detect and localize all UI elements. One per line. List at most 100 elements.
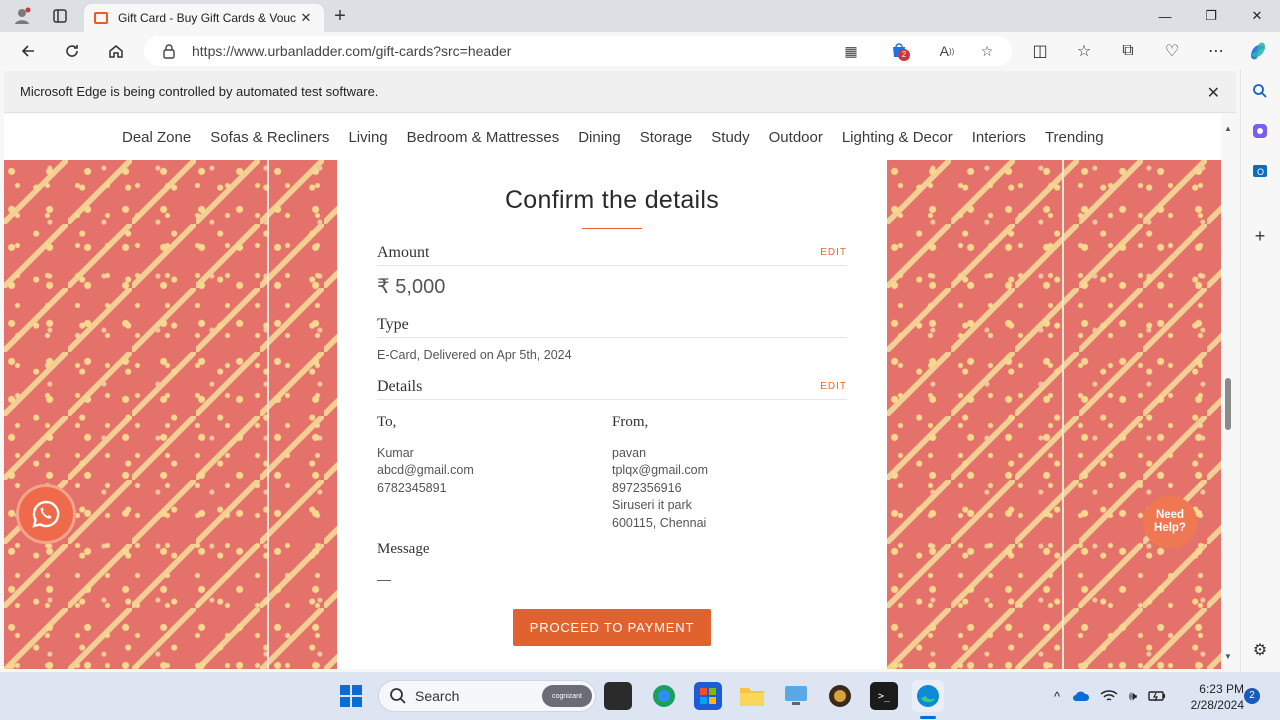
from-label: From, bbox=[612, 414, 649, 430]
type-label: Type bbox=[377, 316, 409, 333]
edge-dev-icon[interactable] bbox=[650, 682, 678, 710]
battery-icon[interactable] bbox=[1148, 687, 1166, 705]
menu-item-lighting-decor[interactable]: Lighting & Decor bbox=[842, 129, 953, 146]
onedrive-icon[interactable] bbox=[1072, 687, 1090, 705]
add-sidebar-app-icon[interactable]: + bbox=[1250, 226, 1270, 246]
automation-infobar: Microsoft Edge is being controlled by au… bbox=[4, 71, 1236, 113]
copilot-apps-icon[interactable] bbox=[1250, 121, 1270, 141]
home-icon[interactable] bbox=[104, 40, 128, 62]
new-tab-icon[interactable]: + bbox=[330, 5, 350, 27]
proceed-to-payment-button[interactable]: PROCEED TO PAYMENT bbox=[513, 609, 711, 646]
system-clock[interactable]: 6:23 PM 2/28/2024 bbox=[1180, 681, 1244, 713]
collections-icon[interactable]: ⧉ bbox=[1116, 40, 1140, 62]
shopping-badge: 2 bbox=[898, 49, 910, 61]
clock-date: 2/28/2024 bbox=[1190, 698, 1244, 712]
microsoft-store-icon[interactable] bbox=[694, 682, 722, 710]
type-value: E-Card, Delivered on Apr 5th, 2024 bbox=[377, 348, 572, 362]
settings-gear-icon[interactable]: ⚙ bbox=[1250, 640, 1270, 660]
need-help-button[interactable]: Need Help? bbox=[1143, 496, 1197, 548]
page-title: Confirm the details bbox=[504, 186, 720, 214]
menu-item-deal-zone[interactable]: Deal Zone bbox=[122, 129, 191, 146]
scroll-down-icon[interactable]: ▼ bbox=[1224, 652, 1232, 661]
birthday-pattern-right bbox=[887, 160, 1221, 669]
edge-browser-icon[interactable] bbox=[912, 680, 944, 712]
sender-name: pavan bbox=[612, 446, 647, 460]
remote-desktop-icon[interactable] bbox=[782, 682, 810, 710]
address-bar[interactable]: https://www.urbanladder.com/gift-cards?s… bbox=[144, 36, 1012, 66]
webpage: Deal Zone Sofas & Recliners Living Bedro… bbox=[4, 114, 1221, 669]
url-text: https://www.urbanladder.com/gift-cards?s… bbox=[192, 43, 512, 59]
category-menu: Deal Zone Sofas & Recliners Living Bedro… bbox=[4, 114, 1221, 160]
wifi-icon[interactable] bbox=[1100, 687, 1118, 705]
restore-icon[interactable]: ❐ bbox=[1188, 0, 1234, 32]
performance-icon[interactable]: ♡ bbox=[1160, 40, 1184, 62]
lock-icon[interactable] bbox=[160, 42, 178, 60]
tray-overflow-icon[interactable]: ^ bbox=[1048, 687, 1066, 705]
automation-notice-text: Microsoft Edge is being controlled by au… bbox=[20, 84, 379, 99]
whatsapp-icon bbox=[32, 500, 60, 528]
menu-item-dining[interactable]: Dining bbox=[578, 129, 621, 146]
taskbar-search[interactable]: Search cognizant bbox=[378, 680, 596, 712]
recipient-details: Kumar abcd@gmail.com 6782345891 bbox=[377, 445, 474, 497]
menu-item-outdoor[interactable]: Outdoor bbox=[769, 129, 823, 146]
tab-gift-card[interactable]: Gift Card - Buy Gift Cards & Vouc ✕ bbox=[84, 4, 324, 32]
amount-label: Amount bbox=[377, 244, 430, 261]
window-close-icon[interactable]: ✕ bbox=[1234, 0, 1280, 32]
pattern-divider-left bbox=[267, 160, 269, 669]
browser-title-bar: Gift Card - Buy Gift Cards & Vouc ✕ + — … bbox=[0, 0, 1280, 32]
task-view-icon[interactable] bbox=[604, 682, 632, 710]
urbanladder-favicon-icon bbox=[94, 12, 108, 24]
split-screen-icon[interactable]: ◫ bbox=[1028, 40, 1052, 62]
menu-item-interiors[interactable]: Interiors bbox=[972, 129, 1026, 146]
copilot-icon[interactable] bbox=[1246, 40, 1270, 62]
tab-actions-icon[interactable] bbox=[50, 6, 70, 26]
menu-item-bedroom-mattresses[interactable]: Bedroom & Mattresses bbox=[407, 129, 560, 146]
windows-taskbar: Search cognizant >_ ^ 🕪 6:23 PM 2/28/202… bbox=[0, 672, 1280, 720]
details-label: Details bbox=[377, 378, 423, 395]
sender-address: Siruseri it park bbox=[612, 498, 692, 513]
favorite-star-icon[interactable]: ☆ bbox=[978, 42, 996, 60]
sender-phone: 8972356916 bbox=[612, 480, 682, 495]
recipient-phone: 6782345891 bbox=[377, 480, 447, 495]
app-available-icon[interactable]: ▦ bbox=[842, 42, 860, 60]
refresh-icon[interactable] bbox=[60, 40, 84, 62]
divider bbox=[377, 337, 847, 338]
recipient-name: Kumar bbox=[377, 446, 414, 460]
game-app-icon[interactable] bbox=[826, 682, 854, 710]
edge-sidebar: O + ⚙ bbox=[1240, 70, 1280, 672]
recipient-email: abcd@gmail.com bbox=[377, 463, 474, 478]
profile-icon[interactable] bbox=[12, 6, 32, 26]
divider bbox=[377, 399, 847, 400]
birthday-pattern-left bbox=[4, 160, 337, 669]
tab-close-icon[interactable]: ✕ bbox=[298, 10, 314, 26]
infobar-close-icon[interactable]: ✕ bbox=[1207, 83, 1220, 103]
outlook-icon[interactable]: O bbox=[1250, 161, 1270, 181]
clock-time: 6:23 PM bbox=[1199, 682, 1244, 696]
terminal-icon[interactable]: >_ bbox=[870, 682, 898, 710]
divider bbox=[377, 265, 847, 266]
minimize-icon[interactable]: — bbox=[1142, 0, 1188, 32]
scroll-up-icon[interactable]: ▲ bbox=[1224, 124, 1232, 133]
back-icon[interactable] bbox=[16, 40, 40, 62]
page-scrollbar[interactable]: ▲ ▼ bbox=[1221, 114, 1236, 669]
menu-item-study[interactable]: Study bbox=[711, 129, 749, 146]
scrollbar-thumb[interactable] bbox=[1225, 378, 1231, 430]
edit-details-link[interactable]: EDIT bbox=[820, 381, 847, 392]
read-aloud-icon[interactable]: A)) bbox=[938, 42, 956, 60]
menu-item-trending[interactable]: Trending bbox=[1045, 129, 1104, 146]
search-placeholder: Search bbox=[415, 688, 460, 704]
more-menu-icon[interactable]: ⋯ bbox=[1204, 40, 1228, 62]
whatsapp-chat-button[interactable] bbox=[16, 484, 76, 544]
windows-start-icon[interactable] bbox=[337, 682, 365, 710]
menu-item-living[interactable]: Living bbox=[348, 129, 387, 146]
tab-title: Gift Card - Buy Gift Cards & Vouc bbox=[118, 11, 297, 25]
notification-count-badge[interactable]: 2 bbox=[1244, 688, 1260, 704]
edit-amount-link[interactable]: EDIT bbox=[820, 247, 847, 258]
search-icon[interactable] bbox=[1250, 81, 1270, 101]
favorites-icon[interactable]: ☆ bbox=[1072, 40, 1096, 62]
file-explorer-icon[interactable] bbox=[738, 682, 766, 710]
volume-icon[interactable]: 🕪 bbox=[1124, 687, 1142, 705]
sender-email: tplqx@gmail.com bbox=[612, 463, 709, 478]
menu-item-storage[interactable]: Storage bbox=[640, 129, 693, 146]
menu-item-sofas-recliners[interactable]: Sofas & Recliners bbox=[210, 129, 329, 146]
